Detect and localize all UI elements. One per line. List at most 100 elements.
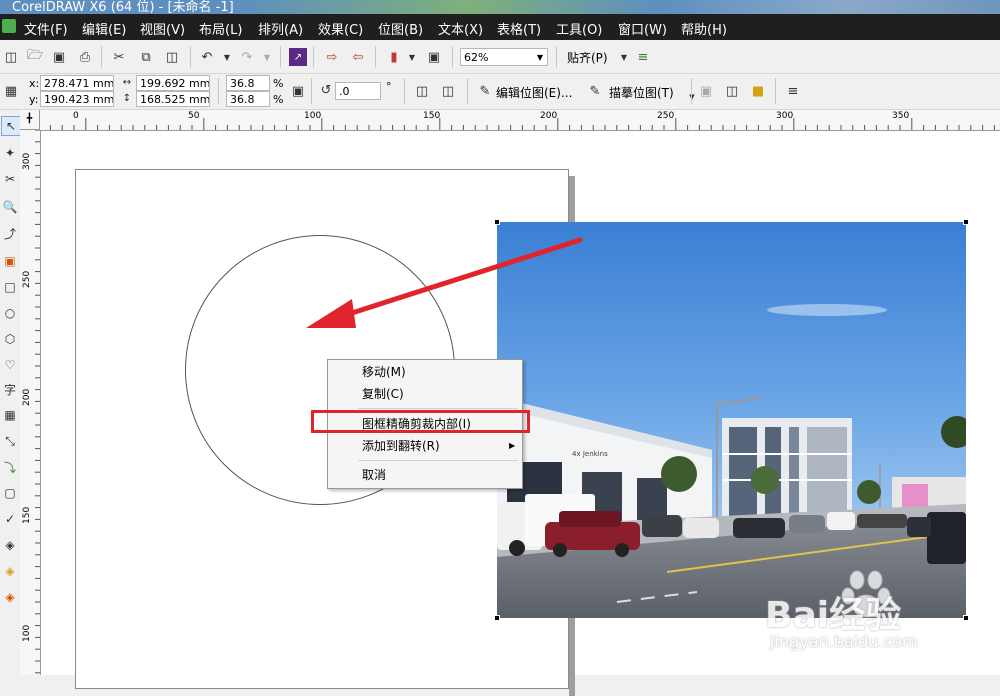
new-icon[interactable]: ◫ xyxy=(2,48,20,66)
shape-tool-icon[interactable]: ✦ xyxy=(1,144,19,162)
publish-dropdown-icon[interactable]: ▼ xyxy=(403,48,421,66)
connector-tool-icon[interactable]: ⤵ xyxy=(1,458,19,476)
menu-file[interactable]: 文件(F) xyxy=(24,19,68,38)
import-icon[interactable]: ⇨ xyxy=(323,48,341,66)
export-icon[interactable]: ⇦ xyxy=(349,48,367,66)
ruler-ticks xyxy=(26,118,995,130)
resize-handle[interactable] xyxy=(494,219,500,225)
snap-dropdown-icon[interactable]: ▼ xyxy=(615,48,633,66)
x-label: x: xyxy=(29,77,40,90)
dimension-tool-icon[interactable]: ⤡ xyxy=(1,432,19,450)
app-launcher-icon[interactable]: ▣ xyxy=(425,48,443,66)
title-bar: CorelDRAW X6 (64 位) - [未命名 -1] xyxy=(0,0,1000,14)
watermark-url: jingyan.baidu.com xyxy=(770,632,918,651)
bitmap-color-mask-icon[interactable]: ■ xyxy=(749,82,767,100)
edit-bitmap-icon[interactable]: ✎ xyxy=(476,82,494,100)
vertical-ruler[interactable]: 300 250 200 150 100 xyxy=(20,130,41,675)
cut-icon[interactable]: ✂ xyxy=(110,48,128,66)
publish-pdf-icon[interactable]: ▮ xyxy=(385,48,403,66)
outline-pen-icon[interactable]: ◈ xyxy=(1,536,19,554)
wrap-text-icon[interactable]: ≡ xyxy=(784,82,802,100)
height-field[interactable]: 168.525 mm xyxy=(136,91,210,107)
ruler-label: 250 xyxy=(657,111,675,121)
menu-item-move[interactable]: 移动(M) xyxy=(329,362,521,382)
resample-icon[interactable]: ◫ xyxy=(723,82,741,100)
menu-edit[interactable]: 编辑(E) xyxy=(82,19,126,38)
redo-dropdown-icon[interactable]: ▼ xyxy=(258,48,276,66)
menu-tools[interactable]: 工具(O) xyxy=(556,19,602,38)
menu-table[interactable]: 表格(T) xyxy=(497,19,541,38)
edit-bitmap-button[interactable]: 编辑位图(E)... xyxy=(496,84,572,101)
ruler-origin[interactable]: ╋ xyxy=(20,110,40,130)
scale-y-field[interactable]: 36.8 xyxy=(226,91,270,107)
snap-to-button[interactable]: 贴齐(P) xyxy=(567,49,608,66)
submenu-arrow-icon: ▶ xyxy=(509,441,516,450)
horizontal-ruler[interactable]: 0 50 100 150 200 250 300 350 xyxy=(20,110,1000,131)
y-label: y: xyxy=(29,93,39,106)
paste-icon[interactable]: ◫ xyxy=(163,48,181,66)
basic-shapes-icon[interactable]: ♡ xyxy=(1,356,19,374)
scale-x-field[interactable]: 36.8 xyxy=(226,75,270,91)
polygon-tool-icon[interactable]: ⬡ xyxy=(1,330,19,348)
undo-dropdown-icon[interactable]: ▼ xyxy=(218,48,236,66)
menu-bitmaps[interactable]: 位图(B) xyxy=(378,19,423,38)
interactive-effects-icon[interactable]: ▢ xyxy=(1,484,19,502)
menu-effects[interactable]: 效果(C) xyxy=(318,19,363,38)
menu-help[interactable]: 帮助(H) xyxy=(681,19,727,38)
menu-bar: 文件(F) 编辑(E) 视图(V) 布局(L) 排列(A) 效果(C) 位图(B… xyxy=(0,14,1000,40)
zoom-tool-icon[interactable]: 🔍 xyxy=(1,198,19,216)
pick-tool-icon[interactable]: ↖ xyxy=(1,116,21,136)
resize-handle[interactable] xyxy=(494,615,500,621)
width-field[interactable]: 199.692 mm xyxy=(136,75,210,91)
menu-layout[interactable]: 布局(L) xyxy=(199,19,242,38)
ellipse-tool-icon[interactable]: ○ xyxy=(1,304,19,322)
zoom-select[interactable]: 62% ▼ xyxy=(460,48,548,66)
menu-view[interactable]: 视图(V) xyxy=(140,19,185,38)
undo-icon[interactable]: ↶ xyxy=(198,48,216,66)
fill-tool-icon[interactable]: ◈ xyxy=(1,562,19,580)
property-bar: ▦ x: 278.471 mm y: 190.423 mm ↔ 199.692 … xyxy=(0,74,1000,110)
zoom-value: 62% xyxy=(464,51,489,64)
mirror-horizontal-icon[interactable]: ◫ xyxy=(413,82,431,100)
reference-point-icon[interactable]: ▦ xyxy=(2,82,20,100)
menu-window[interactable]: 窗口(W) xyxy=(618,19,667,38)
smart-fill-icon[interactable]: ▣ xyxy=(1,252,19,270)
chevron-down-icon: ▼ xyxy=(536,53,543,62)
redo-icon[interactable]: ↷ xyxy=(238,48,256,66)
rotation-field[interactable]: .0 xyxy=(335,82,381,100)
crop-bitmap-icon[interactable]: ▣ xyxy=(697,82,715,100)
menu-item-copy[interactable]: 复制(C) xyxy=(329,384,521,404)
crop-tool-icon[interactable]: ✂ xyxy=(1,170,19,188)
ruler-label: 150 xyxy=(423,111,441,121)
menu-item-cancel[interactable]: 取消 xyxy=(329,465,521,485)
ruler-label: 250 xyxy=(22,270,32,288)
rectangle-tool-icon[interactable]: □ xyxy=(1,278,19,296)
menu-text[interactable]: 文本(X) xyxy=(438,19,483,38)
interactive-fill-icon[interactable]: ◈ xyxy=(1,588,19,606)
lock-ratio-icon[interactable]: ▣ xyxy=(289,82,307,100)
menu-item-label: 复制(C) xyxy=(362,387,404,401)
open-icon[interactable]: 🗁 xyxy=(26,48,44,66)
text-tool-icon[interactable]: 字 xyxy=(1,380,19,398)
eyedropper-tool-icon[interactable]: ✓ xyxy=(1,510,19,528)
copy-icon[interactable]: ⧉ xyxy=(137,48,155,66)
trace-bitmap-icon[interactable]: ✎ xyxy=(586,82,604,100)
menu-item-add-to-rollover[interactable]: 添加到翻转(R) ▶ xyxy=(329,436,521,456)
save-icon[interactable]: ▣ xyxy=(50,48,68,66)
window-title: CorelDRAW X6 (64 位) - [未命名 -1] xyxy=(12,0,234,14)
resize-handle[interactable] xyxy=(963,219,969,225)
ruler-label: 200 xyxy=(540,111,558,121)
options-icon[interactable]: ≡ xyxy=(634,48,652,66)
freehand-tool-icon[interactable]: ⤴ xyxy=(1,224,19,242)
menu-arrange[interactable]: 排列(A) xyxy=(258,19,303,38)
y-position-field[interactable]: 190.423 mm xyxy=(40,91,114,107)
print-icon[interactable]: ⎙ xyxy=(76,48,94,66)
standard-toolbar: ◫ 🗁 ▣ ⎙ ✂ ⧉ ◫ ↶ ▼ ↷ ▼ ↗ ⇨ ⇦ ▮ ▼ ▣ 62% ▼ … xyxy=(0,40,1000,74)
trace-bitmap-button[interactable]: 描摹位图(T) xyxy=(609,84,674,101)
bitmap-photo[interactable]: 4x Jenkins xyxy=(497,222,966,618)
mirror-vertical-icon[interactable]: ◫ xyxy=(439,82,457,100)
search-content-icon[interactable]: ↗ xyxy=(289,48,307,66)
ruler-label: 200 xyxy=(22,388,32,406)
table-tool-icon[interactable]: ▦ xyxy=(1,406,19,424)
x-position-field[interactable]: 278.471 mm xyxy=(40,75,114,91)
